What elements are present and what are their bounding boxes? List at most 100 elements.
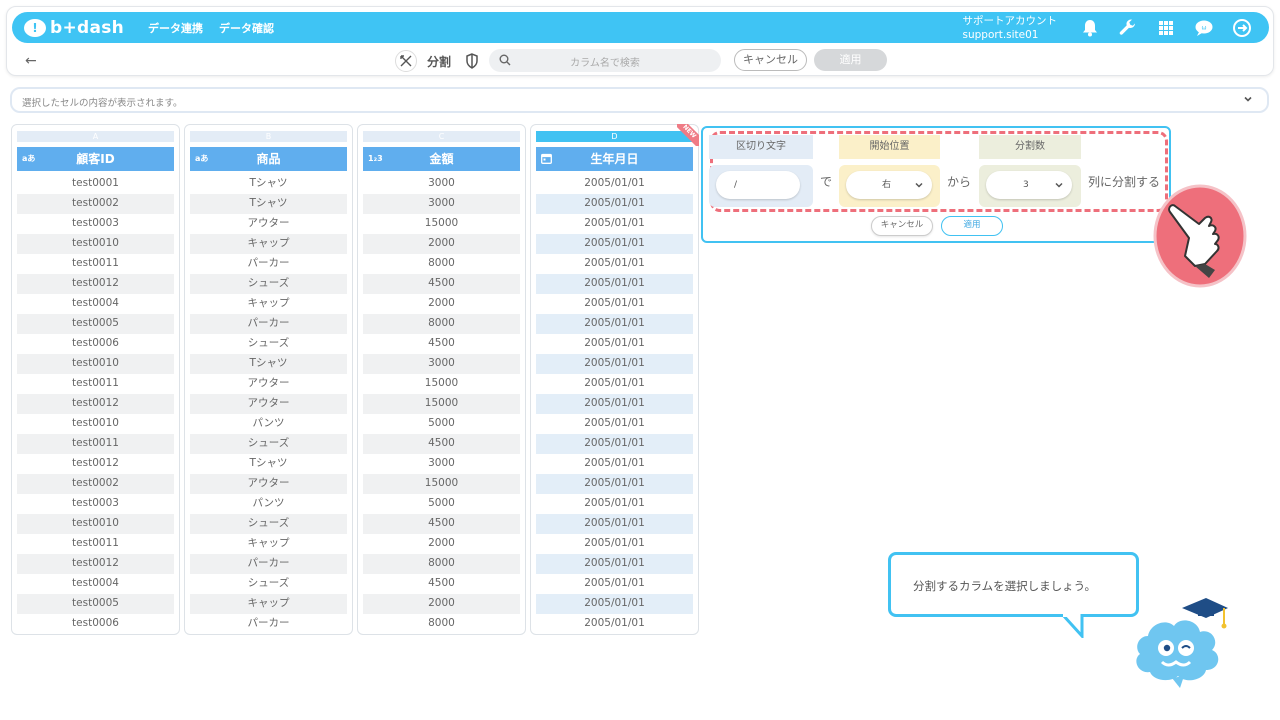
table-cell[interactable]: 2005/01/01 bbox=[536, 234, 693, 254]
table-cell[interactable]: 15000 bbox=[363, 214, 520, 234]
grid-icon[interactable] bbox=[1155, 17, 1177, 39]
table-cell[interactable]: Tシャツ bbox=[190, 174, 347, 194]
table-cell[interactable]: パンツ bbox=[190, 494, 347, 514]
table-cell[interactable]: test0005 bbox=[17, 314, 174, 334]
table-cell[interactable]: シューズ bbox=[190, 514, 347, 534]
table-cell[interactable]: test0010 bbox=[17, 414, 174, 434]
table-cell[interactable]: シューズ bbox=[190, 274, 347, 294]
table-cell[interactable]: 2000 bbox=[363, 234, 520, 254]
table-cell[interactable]: 2005/01/01 bbox=[536, 394, 693, 414]
table-cell[interactable]: 15000 bbox=[363, 474, 520, 494]
apply-button[interactable]: 適用 bbox=[814, 49, 887, 71]
table-cell[interactable]: 2005/01/01 bbox=[536, 354, 693, 374]
table-cell[interactable]: 15000 bbox=[363, 394, 520, 414]
table-cell[interactable]: test0012 bbox=[17, 554, 174, 574]
table-cell[interactable]: test0012 bbox=[17, 394, 174, 414]
table-cell[interactable]: キャップ bbox=[190, 234, 347, 254]
table-cell[interactable]: 8000 bbox=[363, 314, 520, 334]
table-cell[interactable]: 2005/01/01 bbox=[536, 494, 693, 514]
split-cancel-button[interactable]: キャンセル bbox=[871, 216, 933, 236]
table-cell[interactable]: 2005/01/01 bbox=[536, 534, 693, 554]
table-cell[interactable]: 2005/01/01 bbox=[536, 514, 693, 534]
table-cell[interactable]: test0002 bbox=[17, 194, 174, 214]
cell-content-bar[interactable]: 選択したセルの内容が表示されます。 bbox=[10, 87, 1269, 113]
table-cell[interactable]: アウター bbox=[190, 394, 347, 414]
column-b[interactable]: B aあ 商品 Tシャツ Tシャツ アウター キャップ パーカー シューズ キャップ パーカー… bbox=[184, 124, 353, 635]
table-cell[interactable]: 2005/01/01 bbox=[536, 314, 693, 334]
table-cell[interactable]: 2005/01/01 bbox=[536, 214, 693, 234]
column-header-product[interactable]: aあ 商品 bbox=[190, 147, 347, 171]
table-cell[interactable]: 2005/01/01 bbox=[536, 254, 693, 274]
column-search[interactable]: カラム名で検索 bbox=[489, 49, 721, 72]
table-cell[interactable]: 2005/01/01 bbox=[536, 274, 693, 294]
split-apply-button[interactable]: 適用 bbox=[941, 216, 1003, 236]
chat-icon[interactable]: ω bbox=[1193, 17, 1215, 39]
column-header-amount[interactable]: 1₂3 金額 bbox=[363, 147, 520, 171]
bell-icon[interactable] bbox=[1079, 17, 1101, 39]
column-header-birthdate[interactable]: 生年月日 bbox=[536, 147, 693, 171]
chevron-down-icon[interactable] bbox=[1243, 94, 1253, 104]
start-position-select[interactable]: 右 bbox=[846, 171, 932, 199]
table-cell[interactable]: test0006 bbox=[17, 614, 174, 634]
logout-icon[interactable] bbox=[1231, 17, 1253, 39]
table-cell[interactable]: アウター bbox=[190, 214, 347, 234]
table-cell[interactable]: test0005 bbox=[17, 594, 174, 614]
table-cell[interactable]: test0012 bbox=[17, 454, 174, 474]
table-cell[interactable]: 4500 bbox=[363, 274, 520, 294]
column-header-customer-id[interactable]: aあ 顧客ID bbox=[17, 147, 174, 171]
table-cell[interactable]: 2005/01/01 bbox=[536, 334, 693, 354]
table-cell[interactable]: 2005/01/01 bbox=[536, 474, 693, 494]
column-c[interactable]: C 1₂3 金額 3000 3000 15000 2000 8000 4500 2000 80… bbox=[357, 124, 526, 635]
table-cell[interactable]: test0006 bbox=[17, 334, 174, 354]
table-cell[interactable]: 8000 bbox=[363, 554, 520, 574]
table-cell[interactable]: test0011 bbox=[17, 534, 174, 554]
table-cell[interactable]: キャップ bbox=[190, 294, 347, 314]
table-cell[interactable]: シューズ bbox=[190, 574, 347, 594]
table-cell[interactable]: 2005/01/01 bbox=[536, 294, 693, 314]
table-cell[interactable]: パーカー bbox=[190, 314, 347, 334]
table-cell[interactable]: 2000 bbox=[363, 294, 520, 314]
column-a[interactable]: A aあ 顧客ID test0001 test0002 test0003 test00… bbox=[11, 124, 180, 635]
table-cell[interactable]: test0011 bbox=[17, 374, 174, 394]
table-cell[interactable]: 2000 bbox=[363, 594, 520, 614]
table-cell[interactable]: 5000 bbox=[363, 494, 520, 514]
table-cell[interactable]: 2005/01/01 bbox=[536, 614, 693, 634]
table-cell[interactable]: アウター bbox=[190, 474, 347, 494]
table-cell[interactable]: 4500 bbox=[363, 514, 520, 534]
table-cell[interactable]: test0003 bbox=[17, 214, 174, 234]
cancel-button[interactable]: キャンセル bbox=[734, 49, 807, 71]
table-cell[interactable]: 2005/01/01 bbox=[536, 554, 693, 574]
delimiter-input[interactable]: / bbox=[716, 171, 800, 199]
table-cell[interactable]: test0010 bbox=[17, 354, 174, 374]
table-cell[interactable]: パンツ bbox=[190, 414, 347, 434]
table-cell[interactable]: 2005/01/01 bbox=[536, 594, 693, 614]
table-cell[interactable]: Tシャツ bbox=[190, 354, 347, 374]
table-cell[interactable]: パーカー bbox=[190, 254, 347, 274]
table-cell[interactable]: シューズ bbox=[190, 334, 347, 354]
table-cell[interactable]: 4500 bbox=[363, 334, 520, 354]
back-arrow-icon[interactable]: ← bbox=[25, 53, 37, 69]
table-cell[interactable]: test0004 bbox=[17, 294, 174, 314]
table-cell[interactable]: パーカー bbox=[190, 614, 347, 634]
table-cell[interactable]: Tシャツ bbox=[190, 194, 347, 214]
table-cell[interactable]: 8000 bbox=[363, 254, 520, 274]
table-cell[interactable]: Tシャツ bbox=[190, 454, 347, 474]
table-cell[interactable]: test0012 bbox=[17, 274, 174, 294]
table-cell[interactable]: 3000 bbox=[363, 454, 520, 474]
table-cell[interactable]: test0002 bbox=[17, 474, 174, 494]
table-cell[interactable]: 3000 bbox=[363, 194, 520, 214]
table-cell[interactable]: 2005/01/01 bbox=[536, 194, 693, 214]
table-cell[interactable]: 4500 bbox=[363, 574, 520, 594]
table-cell[interactable]: シューズ bbox=[190, 434, 347, 454]
table-cell[interactable]: 15000 bbox=[363, 374, 520, 394]
table-cell[interactable]: 2000 bbox=[363, 534, 520, 554]
nav-data-integration[interactable]: データ連携 bbox=[148, 20, 203, 36]
table-cell[interactable]: 4500 bbox=[363, 434, 520, 454]
table-cell[interactable]: アウター bbox=[190, 374, 347, 394]
split-count-select[interactable]: 3 bbox=[986, 171, 1072, 199]
table-cell[interactable]: 8000 bbox=[363, 614, 520, 634]
table-cell[interactable]: 2005/01/01 bbox=[536, 174, 693, 194]
table-cell[interactable]: test0011 bbox=[17, 254, 174, 274]
table-cell[interactable]: 2005/01/01 bbox=[536, 414, 693, 434]
table-cell[interactable]: test0011 bbox=[17, 434, 174, 454]
